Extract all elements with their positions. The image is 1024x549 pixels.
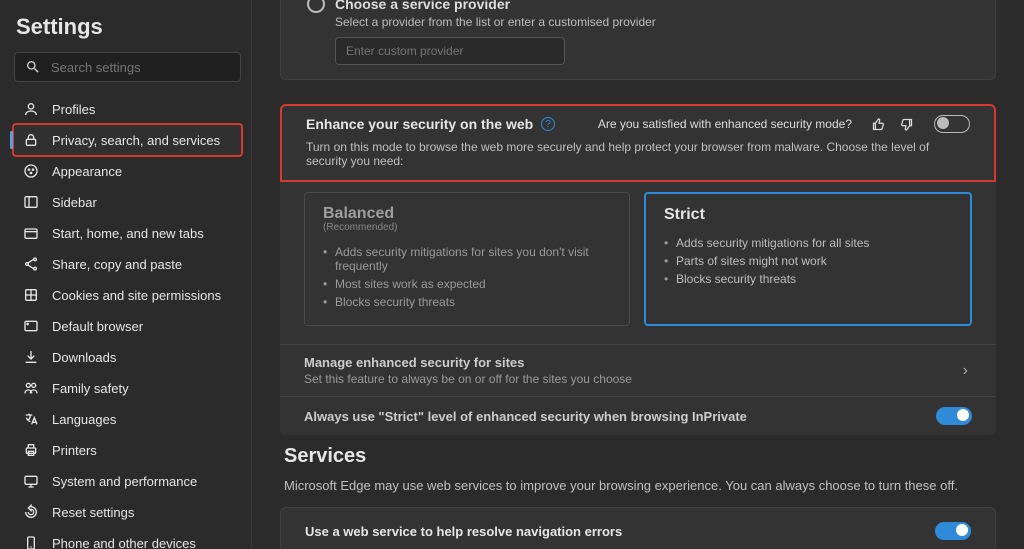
settings-sidebar: Settings Profiles Privacy, search, and s… bbox=[0, 0, 252, 549]
nav-errors-toggle[interactable] bbox=[935, 522, 971, 540]
manage-title: Manage enhanced security for sites bbox=[304, 355, 959, 370]
chevron-right-icon: › bbox=[959, 362, 972, 380]
nav-label: Privacy, search, and services bbox=[52, 133, 220, 148]
inprivate-strict-toggle[interactable] bbox=[936, 407, 972, 425]
nav-label: System and performance bbox=[52, 474, 197, 489]
lock-icon bbox=[22, 131, 40, 149]
nav-label: Family safety bbox=[52, 381, 129, 396]
services-desc: Microsoft Edge may use web services to i… bbox=[284, 478, 996, 493]
enhance-security-card: Enhance your security on the web ? Are y… bbox=[280, 104, 996, 435]
search-icon bbox=[25, 59, 41, 75]
sidebar-icon bbox=[22, 193, 40, 211]
enhance-security-toggle[interactable] bbox=[934, 115, 970, 133]
tabs-icon bbox=[22, 224, 40, 242]
manage-enhanced-security-row[interactable]: Manage enhanced security for sites Set t… bbox=[280, 344, 996, 396]
nav-errors-title: Use a web service to help resolve naviga… bbox=[305, 524, 925, 539]
nav-appearance[interactable]: Appearance bbox=[14, 156, 241, 186]
nav-label: Downloads bbox=[52, 350, 116, 365]
provider-radio[interactable] bbox=[307, 0, 325, 13]
browser-icon bbox=[22, 317, 40, 335]
enhance-desc: Turn on this mode to browse the web more… bbox=[306, 140, 970, 168]
nav-label: Profiles bbox=[52, 102, 95, 117]
language-icon bbox=[22, 410, 40, 428]
balanced-bullets: Adds security mitigations for sites you … bbox=[323, 243, 611, 311]
family-icon bbox=[22, 379, 40, 397]
nav-label: Languages bbox=[52, 412, 116, 427]
nav-system[interactable]: System and performance bbox=[14, 466, 241, 496]
info-icon[interactable]: ? bbox=[541, 117, 555, 131]
mode-strict[interactable]: Strict Adds security mitigations for all… bbox=[644, 192, 972, 326]
nav-cookies[interactable]: Cookies and site permissions bbox=[14, 280, 241, 310]
provider-title: Choose a service provider bbox=[335, 0, 510, 12]
download-icon bbox=[22, 348, 40, 366]
search-settings[interactable] bbox=[14, 52, 241, 82]
services-card: Use a web service to help resolve naviga… bbox=[280, 507, 996, 549]
settings-content: Choose a service provider Select a provi… bbox=[252, 0, 1024, 549]
cookie-icon bbox=[22, 286, 40, 304]
nav-label: Share, copy and paste bbox=[52, 257, 182, 272]
nav-privacy[interactable]: Privacy, search, and services bbox=[14, 125, 241, 155]
services-heading: Services bbox=[284, 445, 996, 468]
nav-share[interactable]: Share, copy and paste bbox=[14, 249, 241, 279]
phone-icon bbox=[22, 534, 40, 549]
inprivate-title: Always use "Strict" level of enhanced se… bbox=[304, 409, 926, 424]
nav-downloads[interactable]: Downloads bbox=[14, 342, 241, 372]
strict-bullets: Adds security mitigations for all sites … bbox=[664, 234, 952, 288]
nav-family[interactable]: Family safety bbox=[14, 373, 241, 403]
enhance-header-highlight: Enhance your security on the web ? Are y… bbox=[280, 104, 996, 182]
nav-label: Start, home, and new tabs bbox=[52, 226, 204, 241]
share-icon bbox=[22, 255, 40, 273]
search-input[interactable] bbox=[51, 60, 230, 75]
feedback-question: Are you satisfied with enhanced security… bbox=[598, 117, 852, 131]
profile-icon bbox=[22, 100, 40, 118]
settings-title: Settings bbox=[16, 14, 239, 40]
printer-icon bbox=[22, 441, 40, 459]
nav-label: Phone and other devices bbox=[52, 536, 196, 549]
thumbs-down-icon[interactable] bbox=[896, 114, 916, 134]
nav-label: Appearance bbox=[52, 164, 122, 179]
balanced-sub: (Recommended) bbox=[323, 222, 611, 233]
nav-errors-row: Use a web service to help resolve naviga… bbox=[281, 508, 995, 549]
nav-phone[interactable]: Phone and other devices bbox=[14, 528, 241, 549]
appearance-icon bbox=[22, 162, 40, 180]
system-icon bbox=[22, 472, 40, 490]
inprivate-strict-row: Always use "Strict" level of enhanced se… bbox=[280, 396, 996, 435]
nav-languages[interactable]: Languages bbox=[14, 404, 241, 434]
nav-label: Default browser bbox=[52, 319, 143, 334]
nav-reset[interactable]: Reset settings bbox=[14, 497, 241, 527]
nav-profiles[interactable]: Profiles bbox=[14, 94, 241, 124]
nav-label: Reset settings bbox=[52, 505, 134, 520]
provider-card: Choose a service provider Select a provi… bbox=[280, 0, 996, 80]
nav-label: Sidebar bbox=[52, 195, 97, 210]
nav-start[interactable]: Start, home, and new tabs bbox=[14, 218, 241, 248]
mode-balanced[interactable]: Balanced (Recommended) Adds security mit… bbox=[304, 192, 630, 326]
nav-label: Cookies and site permissions bbox=[52, 288, 221, 303]
nav-sidebar[interactable]: Sidebar bbox=[14, 187, 241, 217]
nav-label: Printers bbox=[52, 443, 97, 458]
thumbs-up-icon[interactable] bbox=[868, 114, 888, 134]
provider-desc: Select a provider from the list or enter… bbox=[335, 15, 969, 29]
reset-icon bbox=[22, 503, 40, 521]
provider-input[interactable] bbox=[335, 37, 565, 65]
manage-desc: Set this feature to always be on or off … bbox=[304, 372, 959, 386]
settings-nav: Profiles Privacy, search, and services A… bbox=[14, 94, 241, 549]
balanced-title: Balanced bbox=[323, 205, 611, 223]
nav-printers[interactable]: Printers bbox=[14, 435, 241, 465]
enhance-title: Enhance your security on the web bbox=[306, 116, 533, 132]
nav-default-browser[interactable]: Default browser bbox=[14, 311, 241, 341]
strict-title: Strict bbox=[664, 206, 952, 224]
